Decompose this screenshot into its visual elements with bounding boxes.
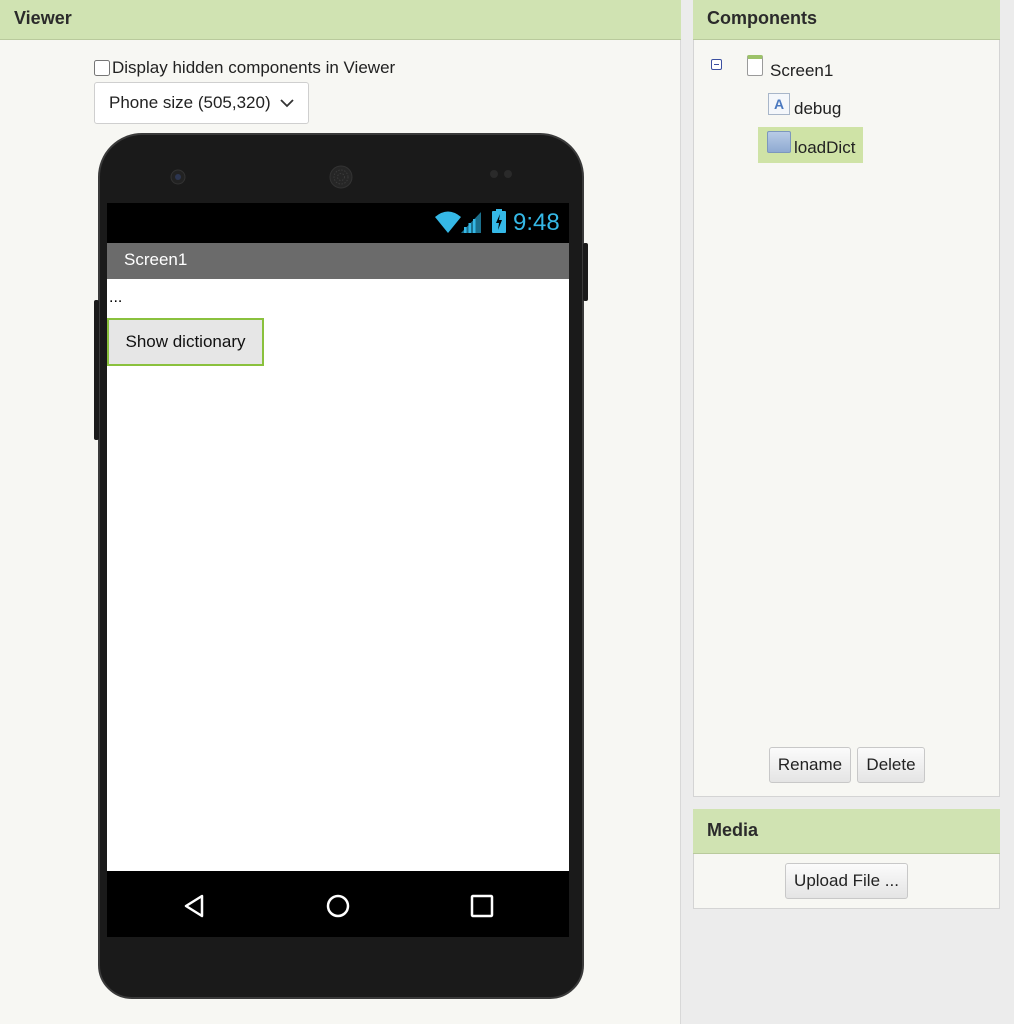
rename-button[interactable]: Rename	[769, 747, 851, 783]
debug-label[interactable]: ...	[109, 289, 122, 307]
screen-title: Screen1	[124, 250, 188, 269]
chevron-down-icon	[280, 99, 294, 108]
components-panel	[693, 0, 1000, 797]
button-icon	[767, 131, 791, 153]
collapse-icon[interactable]	[711, 59, 722, 70]
display-hidden-row[interactable]: Display hidden components in Viewer	[94, 58, 395, 78]
components-title: Components	[693, 0, 1000, 40]
tree-item-loaddict[interactable]: loadDict	[794, 138, 855, 158]
upload-file-button[interactable]: Upload File ...	[785, 863, 908, 899]
recents-icon	[470, 894, 494, 918]
phone-front-camera-icon	[170, 169, 186, 185]
screen-icon	[747, 55, 763, 76]
screen-title-bar: Screen1	[107, 243, 569, 279]
signal-icon	[461, 212, 481, 233]
display-hidden-label: Display hidden components in Viewer	[112, 58, 396, 77]
phone-screen	[107, 279, 569, 871]
show-dictionary-button[interactable]: Show dictionary	[107, 318, 264, 366]
phone-size-value: Phone size (505,320)	[109, 93, 271, 112]
phone-speaker-icon	[329, 165, 353, 189]
wifi-icon	[435, 211, 461, 233]
tree-item-screen1[interactable]: Screen1	[770, 61, 833, 81]
delete-button[interactable]: Delete	[857, 747, 925, 783]
phone-size-select[interactable]: Phone size (505,320)	[94, 82, 309, 124]
home-icon	[326, 894, 350, 918]
back-icon	[184, 894, 204, 918]
label-icon: A	[768, 93, 790, 115]
display-hidden-checkbox[interactable]	[94, 60, 110, 76]
tree-item-debug[interactable]: debug	[794, 99, 841, 119]
panel-divider	[680, 0, 681, 1024]
status-clock: 9:48	[513, 209, 560, 236]
phone-power-button	[583, 243, 588, 301]
phone-sensor-icon	[490, 170, 512, 178]
media-title: Media	[693, 809, 1000, 854]
phone-volume-button	[94, 300, 99, 440]
viewer-title: Viewer	[0, 0, 681, 40]
battery-icon	[492, 209, 506, 233]
